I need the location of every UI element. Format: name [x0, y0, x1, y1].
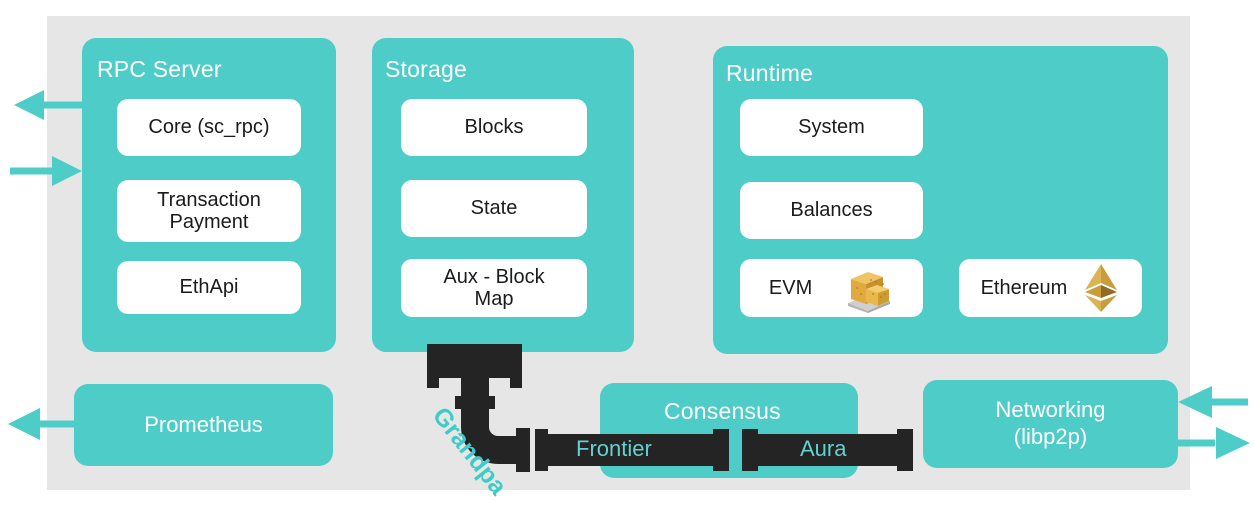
chip-label: EVM [768, 276, 813, 299]
chip-label: State [470, 197, 518, 220]
box-prometheus[interactable]: Prometheus [74, 384, 333, 466]
panel-title-consensus: Consensus [664, 398, 781, 424]
architecture-diagram: RPC Server Core (sc_rpc) Transaction Pay… [0, 0, 1255, 520]
chip-blocks[interactable]: Blocks [401, 99, 587, 156]
chip-label: Balances [790, 199, 873, 222]
chip-label: Blocks [464, 116, 524, 139]
panel-title-rpc-server: RPC Server [97, 56, 222, 82]
chip-evm[interactable]: EVM [740, 259, 923, 317]
chip-label: EthApi [179, 276, 239, 299]
chip-transaction-payment[interactable]: Transaction Payment [117, 180, 301, 242]
chip-state[interactable]: State [401, 180, 587, 237]
chip-label: Core (sc_rpc) [148, 116, 270, 139]
chip-system[interactable]: System [740, 99, 923, 156]
chip-aux-block-map[interactable]: Aux - Block Map [401, 259, 587, 317]
chip-ethereum[interactable]: Ethereum [959, 259, 1142, 317]
chip-ethapi[interactable]: EthApi [117, 261, 301, 314]
pallet-icon [842, 263, 894, 313]
pipe-label-frontier: Frontier [576, 436, 652, 461]
chip-core-sc-rpc[interactable]: Core (sc_rpc) [117, 99, 301, 156]
box-networking[interactable]: Networking (libp2p) [923, 380, 1178, 468]
chip-balances[interactable]: Balances [740, 182, 923, 239]
chip-label: System [798, 116, 865, 139]
chip-label: Ethereum [980, 276, 1068, 299]
chip-label: Transaction Payment [157, 188, 261, 233]
panel-title-runtime: Runtime [726, 60, 814, 86]
ethereum-icon [1082, 262, 1120, 314]
chip-label: Aux - Block Map [443, 265, 545, 310]
pipe-label-aura: Aura [800, 436, 847, 461]
panel-title-storage: Storage [385, 56, 467, 82]
